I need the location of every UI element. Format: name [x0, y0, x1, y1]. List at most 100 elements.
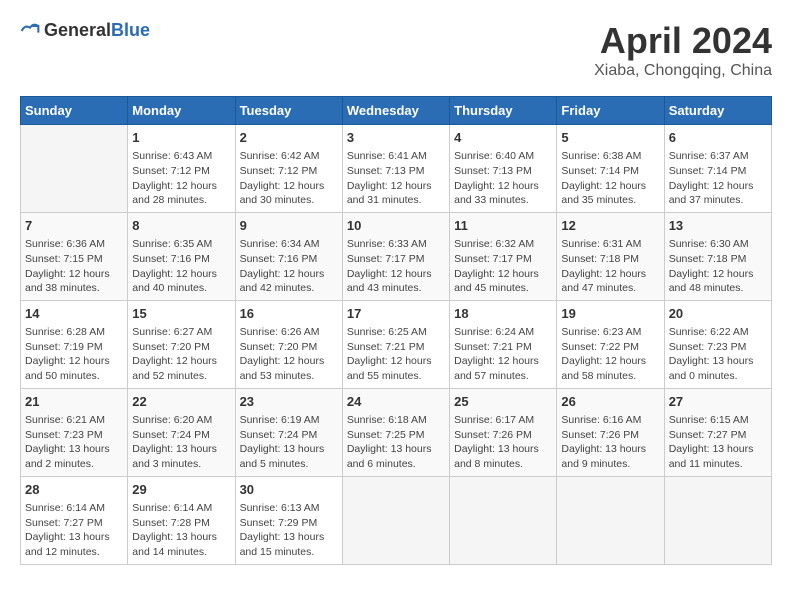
- calendar-cell: 18Sunrise: 6:24 AMSunset: 7:21 PMDayligh…: [450, 300, 557, 388]
- day-number: 25: [454, 393, 552, 411]
- day-number: 1: [132, 129, 230, 147]
- day-number: 14: [25, 305, 123, 323]
- day-info: Sunrise: 6:16 AMSunset: 7:26 PMDaylight:…: [561, 413, 659, 472]
- week-row-1: 1 Sunrise: 6:43 AMSunset: 7:12 PMDaylight…: [21, 125, 772, 213]
- calendar-cell: 22 Sunrise: 6:20 AMSunset: 7:24 PMDayligh…: [128, 388, 235, 476]
- day-number: 19: [561, 305, 659, 323]
- day-number: 3: [347, 129, 445, 147]
- day-info: Sunrise: 6:36 AMSunset: 7:15 PMDaylight:…: [25, 237, 123, 296]
- day-header-wednesday: Wednesday: [342, 97, 449, 125]
- days-header-row: SundayMondayTuesdayWednesdayThursdayFrid…: [21, 97, 772, 125]
- day-number: 16: [240, 305, 338, 323]
- day-number: 5: [561, 129, 659, 147]
- week-row-5: 28 Sunrise: 6:14 AMSunset: 7:27 PMDayligh…: [21, 476, 772, 564]
- day-number: 8: [132, 217, 230, 235]
- day-info: Sunrise: 6:32 AMSunset: 7:17 PMDaylight:…: [454, 237, 552, 296]
- day-number: 27: [669, 393, 767, 411]
- day-info: Sunrise: 6:42 AMSunset: 7:12 PMDaylight:…: [240, 149, 338, 208]
- calendar-table: SundayMondayTuesdayWednesdayThursdayFrid…: [20, 96, 772, 565]
- page-header: GeneralBlue April 2024 Xiaba, Chongqing,…: [20, 20, 772, 80]
- calendar-cell: 27 Sunrise: 6:15 AMSunset: 7:27 PMDayligh…: [664, 388, 771, 476]
- day-number: 23: [240, 393, 338, 411]
- day-info: Sunrise: 6:13 AMSunset: 7:29 PMDaylight:…: [240, 501, 338, 560]
- calendar-cell: 2 Sunrise: 6:42 AMSunset: 7:12 PMDaylight…: [235, 125, 342, 213]
- logo: GeneralBlue: [20, 20, 150, 41]
- day-number: 20: [669, 305, 767, 323]
- day-info: Sunrise: 6:40 AMSunset: 7:13 PMDaylight:…: [454, 149, 552, 208]
- day-number: 13: [669, 217, 767, 235]
- day-number: 4: [454, 129, 552, 147]
- logo-text-general: General: [44, 20, 111, 40]
- day-number: 29: [132, 481, 230, 499]
- day-info: Sunrise: 6:28 AMSunset: 7:19 PMDaylight:…: [25, 325, 123, 384]
- calendar-cell: 4 Sunrise: 6:40 AMSunset: 7:13 PMDaylight…: [450, 125, 557, 213]
- day-number: 26: [561, 393, 659, 411]
- day-header-saturday: Saturday: [664, 97, 771, 125]
- calendar-cell: 19 Sunrise: 6:23 AMSunset: 7:22 PMDayligh…: [557, 300, 664, 388]
- week-row-3: 14 Sunrise: 6:28 AMSunset: 7:19 PMDayligh…: [21, 300, 772, 388]
- day-header-friday: Friday: [557, 97, 664, 125]
- calendar-cell: 16 Sunrise: 6:26 AMSunset: 7:20 PMDayligh…: [235, 300, 342, 388]
- calendar-cell: 26 Sunrise: 6:16 AMSunset: 7:26 PMDayligh…: [557, 388, 664, 476]
- calendar-cell: 8Sunrise: 6:35 AMSunset: 7:16 PMDaylight…: [128, 212, 235, 300]
- day-number: 11: [454, 217, 552, 235]
- day-info: Sunrise: 6:21 AMSunset: 7:23 PMDaylight:…: [25, 413, 123, 472]
- day-number: 6: [669, 129, 767, 147]
- calendar-cell: 3Sunrise: 6:41 AMSunset: 7:13 PMDaylight…: [342, 125, 449, 213]
- calendar-cell: [342, 476, 449, 564]
- day-info: Sunrise: 6:31 AMSunset: 7:18 PMDaylight:…: [561, 237, 659, 296]
- day-number: 28: [25, 481, 123, 499]
- calendar-cell: 6Sunrise: 6:37 AMSunset: 7:14 PMDaylight…: [664, 125, 771, 213]
- day-info: Sunrise: 6:19 AMSunset: 7:24 PMDaylight:…: [240, 413, 338, 472]
- day-header-thursday: Thursday: [450, 97, 557, 125]
- calendar-cell: 13 Sunrise: 6:30 AMSunset: 7:18 PMDayligh…: [664, 212, 771, 300]
- day-info: Sunrise: 6:30 AMSunset: 7:18 PMDaylight:…: [669, 237, 767, 296]
- day-info: Sunrise: 6:26 AMSunset: 7:20 PMDaylight:…: [240, 325, 338, 384]
- day-number: 7: [25, 217, 123, 235]
- day-number: 24: [347, 393, 445, 411]
- week-row-2: 7 Sunrise: 6:36 AMSunset: 7:15 PMDaylight…: [21, 212, 772, 300]
- day-number: 17: [347, 305, 445, 323]
- day-info: Sunrise: 6:38 AMSunset: 7:14 PMDaylight:…: [561, 149, 659, 208]
- calendar-cell: 15Sunrise: 6:27 AMSunset: 7:20 PMDayligh…: [128, 300, 235, 388]
- day-header-tuesday: Tuesday: [235, 97, 342, 125]
- calendar-cell: 28 Sunrise: 6:14 AMSunset: 7:27 PMDayligh…: [21, 476, 128, 564]
- day-info: Sunrise: 6:20 AMSunset: 7:24 PMDaylight:…: [132, 413, 230, 472]
- calendar-cell: [450, 476, 557, 564]
- calendar-cell: 1 Sunrise: 6:43 AMSunset: 7:12 PMDaylight…: [128, 125, 235, 213]
- day-number: 9: [240, 217, 338, 235]
- location-title: Xiaba, Chongqing, China: [594, 62, 772, 80]
- calendar-cell: 25 Sunrise: 6:17 AMSunset: 7:26 PMDayligh…: [450, 388, 557, 476]
- day-number: 15: [132, 305, 230, 323]
- logo-icon: [20, 21, 40, 41]
- day-number: 12: [561, 217, 659, 235]
- day-number: 22: [132, 393, 230, 411]
- calendar-cell: 23 Sunrise: 6:19 AMSunset: 7:24 PMDayligh…: [235, 388, 342, 476]
- day-info: Sunrise: 6:25 AMSunset: 7:21 PMDaylight:…: [347, 325, 445, 384]
- day-info: Sunrise: 6:43 AMSunset: 7:12 PMDaylight:…: [132, 149, 230, 208]
- day-number: 2: [240, 129, 338, 147]
- calendar-cell: [21, 125, 128, 213]
- day-info: Sunrise: 6:34 AMSunset: 7:16 PMDaylight:…: [240, 237, 338, 296]
- day-info: Sunrise: 6:14 AMSunset: 7:28 PMDaylight:…: [132, 501, 230, 560]
- calendar-cell: 21 Sunrise: 6:21 AMSunset: 7:23 PMDayligh…: [21, 388, 128, 476]
- calendar-header: SundayMondayTuesdayWednesdayThursdayFrid…: [21, 97, 772, 125]
- title-area: April 2024 Xiaba, Chongqing, China: [594, 20, 772, 80]
- day-info: Sunrise: 6:14 AMSunset: 7:27 PMDaylight:…: [25, 501, 123, 560]
- calendar-cell: 20 Sunrise: 6:22 AMSunset: 7:23 PMDayligh…: [664, 300, 771, 388]
- calendar-cell: 17 Sunrise: 6:25 AMSunset: 7:21 PMDayligh…: [342, 300, 449, 388]
- day-info: Sunrise: 6:23 AMSunset: 7:22 PMDaylight:…: [561, 325, 659, 384]
- day-number: 10: [347, 217, 445, 235]
- day-info: Sunrise: 6:24 AMSunset: 7:21 PMDaylight:…: [454, 325, 552, 384]
- calendar-cell: 5 Sunrise: 6:38 AMSunset: 7:14 PMDaylight…: [557, 125, 664, 213]
- week-row-4: 21 Sunrise: 6:21 AMSunset: 7:23 PMDayligh…: [21, 388, 772, 476]
- day-info: Sunrise: 6:17 AMSunset: 7:26 PMDaylight:…: [454, 413, 552, 472]
- month-title: April 2024: [594, 20, 772, 62]
- calendar-cell: 11 Sunrise: 6:32 AMSunset: 7:17 PMDayligh…: [450, 212, 557, 300]
- day-number: 21: [25, 393, 123, 411]
- calendar-cell: 30Sunrise: 6:13 AMSunset: 7:29 PMDayligh…: [235, 476, 342, 564]
- day-info: Sunrise: 6:15 AMSunset: 7:27 PMDaylight:…: [669, 413, 767, 472]
- day-info: Sunrise: 6:22 AMSunset: 7:23 PMDaylight:…: [669, 325, 767, 384]
- day-header-monday: Monday: [128, 97, 235, 125]
- day-header-sunday: Sunday: [21, 97, 128, 125]
